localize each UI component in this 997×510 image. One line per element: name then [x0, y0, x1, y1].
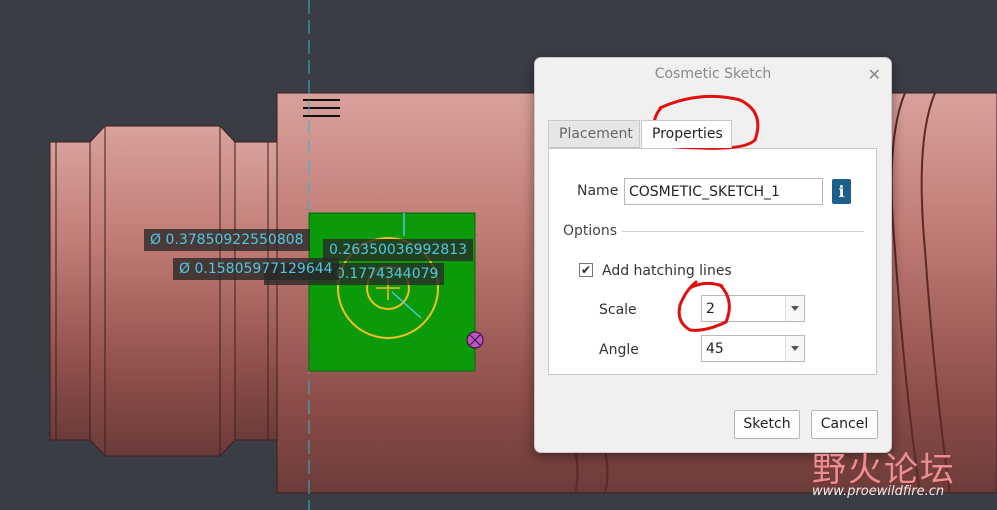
close-icon[interactable]: ✕	[868, 66, 881, 84]
angle-label: Angle	[599, 342, 639, 358]
dimension-value: 0.15805977129644	[194, 261, 333, 277]
forum-url: www.proewildfire.cn	[812, 484, 945, 499]
angle-combobox[interactable]: 45	[701, 335, 805, 362]
dimension-value: 0.26350036992813	[329, 242, 468, 258]
diameter-symbol: Ø	[150, 232, 162, 248]
name-label: Name	[577, 183, 619, 199]
dimension-diameter-inner[interactable]: Ø 0.15805977129644	[173, 258, 339, 280]
tab-properties[interactable]: Properties	[641, 120, 732, 148]
dimension-linear[interactable]: 0.26350036992813	[323, 239, 474, 261]
scale-value: 2	[706, 301, 715, 317]
angle-value: 45	[706, 341, 724, 357]
options-divider	[622, 231, 864, 232]
sketch-button[interactable]: Sketch	[734, 410, 800, 439]
shaft-neck	[234, 141, 281, 441]
chevron-down-icon[interactable]	[785, 296, 804, 321]
hatching-checkbox[interactable]: ✔	[579, 263, 593, 277]
scale-label: Scale	[599, 302, 637, 318]
dimension-diameter-outer[interactable]: Ø 0.37850922550808	[144, 229, 310, 251]
shaft-collar	[89, 125, 236, 457]
diameter-symbol: Ø	[179, 261, 191, 277]
tab-placement[interactable]: Placement	[548, 120, 640, 148]
cancel-button[interactable]: Cancel	[811, 410, 878, 439]
dimension-value: 0.1774344079	[336, 266, 439, 282]
dimension-value: 0.37850922550808	[165, 232, 304, 248]
cosmetic-sketch-dialog: Cosmetic Sketch ✕ Placement Properties N…	[534, 57, 892, 453]
hatching-label: Add hatching lines	[602, 263, 732, 279]
options-label: Options	[563, 223, 618, 239]
info-icon[interactable]: i	[832, 179, 851, 204]
dialog-title: Cosmetic Sketch	[654, 66, 772, 82]
chevron-down-icon[interactable]	[785, 336, 804, 361]
scale-combobox[interactable]: 2	[701, 295, 805, 322]
name-field[interactable]	[624, 178, 823, 205]
